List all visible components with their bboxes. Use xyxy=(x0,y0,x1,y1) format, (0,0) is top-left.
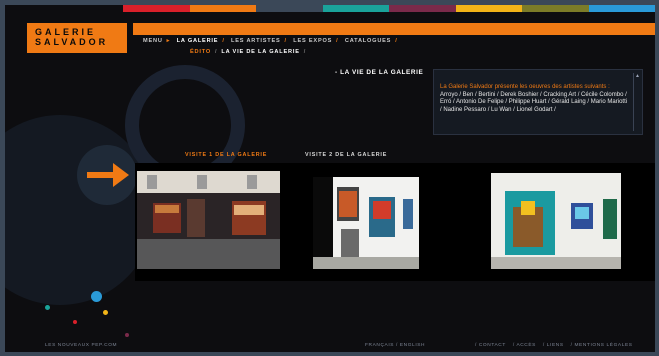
gallery-photo-storefront[interactable] xyxy=(137,171,280,269)
stripe-segment xyxy=(588,5,655,12)
nav-item-les-artistes[interactable]: LES ARTISTES xyxy=(231,38,281,44)
nav-arrow-icon: ▸ xyxy=(166,38,171,44)
subnav-item-edito[interactable]: ÉDITO xyxy=(190,49,211,55)
decorative-dot-teal xyxy=(45,305,50,310)
intro-panel: La Galerie Salvador présente les oeuvres… xyxy=(433,69,643,135)
header-band xyxy=(133,23,655,35)
stripe-segment xyxy=(189,5,256,12)
stripe-segment xyxy=(389,5,456,12)
footer: LES NOUVEAUX PEP.COM FRANÇAIS / ENGLISH … xyxy=(5,340,655,352)
site-logo[interactable]: GALERIE SALVADOR xyxy=(27,23,127,53)
gallery-photo-interior-1[interactable] xyxy=(313,177,419,269)
stripe-segment xyxy=(256,5,323,12)
logo-line-1: GALERIE xyxy=(35,27,97,37)
logo-line-2: SALVADOR xyxy=(35,37,109,47)
footer-link-mentions[interactable]: / MENTIONS LÉGALES xyxy=(571,343,633,348)
stripe-segment xyxy=(322,5,389,12)
nav-item-les-expos[interactable]: LES EXPOS xyxy=(293,38,332,44)
intro-text: La Galerie Salvador présente les oeuvres… xyxy=(440,84,628,114)
visite-1-link[interactable]: VISITE 1 DE LA GALERIE xyxy=(185,152,267,158)
menu-toggle[interactable]: MENU xyxy=(143,38,163,44)
artist-list[interactable]: Arroyo / Ben / Bertini / Derek Boshier /… xyxy=(440,92,628,115)
footer-links: / CONTACT / ACCÈS / LIENS / MENTIONS LÉG… xyxy=(475,343,638,348)
decorative-dot-red xyxy=(73,320,77,324)
nav-item-catalogues[interactable]: CATALOGUES xyxy=(345,38,391,44)
page: GALERIE SALVADOR MENU ▸ LA GALERIE / LES A… xyxy=(0,0,659,356)
photo-strip xyxy=(135,163,655,281)
site-frame: GALERIE SALVADOR MENU ▸ LA GALERIE / LES A… xyxy=(5,5,655,352)
decorative-dot-purple xyxy=(125,333,129,337)
arrow-right-icon[interactable] xyxy=(85,160,131,190)
subnav-item-current[interactable]: LA VIE DE LA GALERIE xyxy=(221,49,299,55)
sub-nav: ÉDITO / LA VIE DE LA GALERIE / xyxy=(190,49,307,55)
stripe-segment xyxy=(123,5,190,12)
language-switch[interactable]: FRANÇAIS / ENGLISH xyxy=(365,343,425,348)
color-stripe xyxy=(123,5,655,12)
intro-scrollbar[interactable]: ▲ xyxy=(633,73,640,131)
stripe-segment xyxy=(522,5,589,12)
main-nav: MENU ▸ LA GALERIE / LES ARTISTES / LES EXPO… xyxy=(143,38,398,44)
gallery-photo-interior-2[interactable] xyxy=(491,173,621,269)
page-title: - LA VIE DE LA GALERIE xyxy=(335,69,424,76)
footer-link-liens[interactable]: / LIENS xyxy=(543,343,564,348)
nav-item-la-galerie[interactable]: LA GALERIE xyxy=(177,38,219,44)
footer-link-acces[interactable]: / ACCÈS xyxy=(513,343,536,348)
visite-2-link[interactable]: VISITE 2 DE LA GALERIE xyxy=(305,152,387,158)
footer-link-contact[interactable]: / CONTACT xyxy=(475,343,506,348)
decorative-dot-blue xyxy=(91,291,102,302)
scroll-up-icon[interactable]: ▲ xyxy=(635,73,640,79)
footer-credit-link[interactable]: LES NOUVEAUX PEP.COM xyxy=(45,343,117,348)
intro-lead: La Galerie Salvador présente les oeuvres… xyxy=(440,84,610,90)
stripe-segment xyxy=(455,5,522,12)
decorative-dot-yellow xyxy=(103,310,108,315)
